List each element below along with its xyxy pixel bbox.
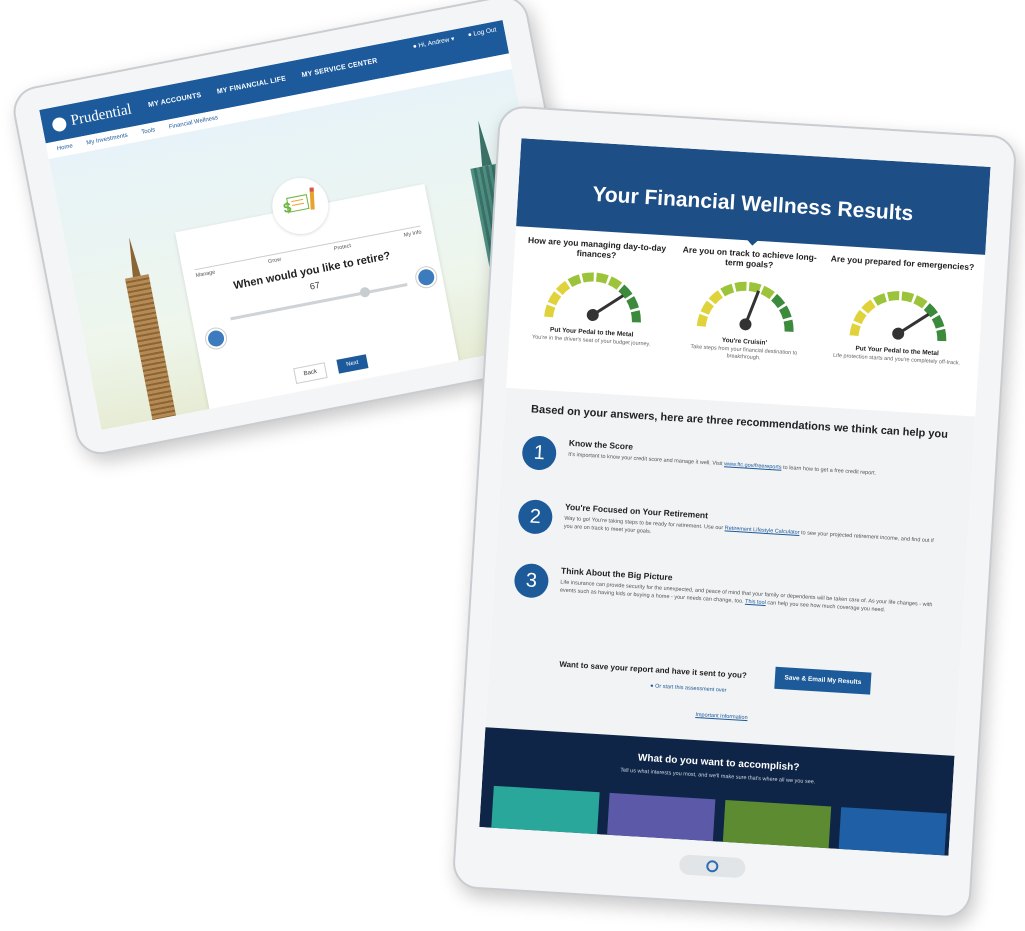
gauge-segment xyxy=(696,313,708,327)
speedometer-gauge-icon xyxy=(849,291,947,342)
goal-tile-3[interactable] xyxy=(722,799,832,849)
gauge-segment xyxy=(861,299,876,314)
right-tablet: Your Financial Wellness Results How are … xyxy=(451,104,1018,920)
chrysler-building xyxy=(125,274,177,421)
gauge-day-to-day: How are you managing day-to-day finances… xyxy=(514,235,671,394)
gauge-segment xyxy=(607,276,623,290)
speedometer-gauge-icon xyxy=(544,272,641,323)
number-badge: 3 xyxy=(513,562,550,599)
gauge-segment xyxy=(901,291,915,303)
step-grow: Grow xyxy=(267,256,282,266)
gauge-segment xyxy=(936,328,947,342)
nav-my-accounts[interactable]: MY ACCOUNTS xyxy=(148,92,202,109)
rec-text-part: to learn how to get a free credit report… xyxy=(782,464,877,477)
young-avatar-icon xyxy=(204,326,228,351)
gauge-segment xyxy=(720,283,735,297)
rock-logo-icon xyxy=(51,115,68,133)
chevron-down-icon: ▾ xyxy=(450,35,456,44)
breadcrumb-tools[interactable]: Tools xyxy=(141,127,156,136)
gauge-segment xyxy=(887,291,900,302)
gauge-segment xyxy=(760,285,775,300)
gauge-segment xyxy=(581,272,594,283)
logout-link[interactable]: ● Log Out xyxy=(467,26,497,39)
gauge-segment xyxy=(931,314,945,329)
header-notch xyxy=(743,236,762,247)
slider-handle[interactable] xyxy=(359,286,371,299)
gauge-segment xyxy=(913,295,928,309)
user-menu-label: Hi, Andrew xyxy=(417,36,451,50)
question-card: $ Manage Grow Protect My Info When would… xyxy=(175,173,462,425)
gauge-segment xyxy=(700,300,714,315)
back-button[interactable]: Back xyxy=(293,362,328,385)
user-icon: ● xyxy=(412,42,418,51)
recommendation-text: It's important to know your credit score… xyxy=(568,451,948,482)
number-badge: 1 xyxy=(521,434,558,471)
gauge-segment xyxy=(849,323,861,337)
recommendation-text: Life insurance can provide security for … xyxy=(560,579,940,618)
credit-report-link[interactable]: www.ftc.gov/freereports xyxy=(724,461,782,470)
nav-my-service-center[interactable]: MY SERVICE CENTER xyxy=(301,58,378,80)
home-circle-icon xyxy=(705,859,719,873)
tower-spire xyxy=(473,119,492,167)
gauge-segment xyxy=(853,309,867,325)
home-button[interactable] xyxy=(678,854,746,879)
recommendation-text: Way to go! You're taking steps to be rea… xyxy=(564,515,944,554)
breadcrumb-home[interactable]: Home xyxy=(56,143,73,152)
step-protect: Protect xyxy=(333,243,352,253)
gauge-segment xyxy=(544,304,556,318)
nav-my-financial-life[interactable]: MY FINANCIAL LIFE xyxy=(216,75,286,95)
coverage-tool-link[interactable]: This tool xyxy=(745,599,766,606)
gauge-segment xyxy=(630,310,641,323)
number-badge: 2 xyxy=(517,498,554,535)
gauge-segment xyxy=(771,293,786,309)
save-email-results-button[interactable]: Save & Email My Results xyxy=(774,666,872,695)
gauge-segment xyxy=(778,305,792,320)
step-manage: Manage xyxy=(195,269,216,280)
gauge-segment xyxy=(748,282,762,294)
lock-icon: ● xyxy=(467,31,473,39)
start-over-label: Or start this assessment over xyxy=(654,683,727,694)
speedometer-gauge-icon xyxy=(696,281,794,332)
user-menu[interactable]: ● Hi, Andrew ▾ xyxy=(412,35,455,51)
start-over-link[interactable]: ● Or start this assessment over xyxy=(650,683,727,694)
brand-name: Prudential xyxy=(69,101,133,130)
goal-tile-2[interactable] xyxy=(607,792,716,842)
recommendation-title: Know the Score xyxy=(568,437,634,452)
gauge-segment xyxy=(708,290,724,305)
gauge-segment xyxy=(734,281,747,292)
retirement-calculator-link[interactable]: Retirement Lifestyle Calculator xyxy=(725,525,800,536)
gauge-segment xyxy=(783,319,794,332)
recommendations-section: Based on your answers, here are three re… xyxy=(485,387,976,756)
gauge-emergencies: Are you prepared for emergencies? Put Yo… xyxy=(820,253,977,412)
next-button[interactable]: Next xyxy=(336,354,369,374)
gauge-segment xyxy=(567,274,582,288)
chrysler-spire xyxy=(125,236,141,278)
gauge-segment xyxy=(873,293,887,306)
step-my-info: My Info xyxy=(403,229,423,239)
gauge-segment xyxy=(547,291,562,306)
page-title: Your Financial Wellness Results xyxy=(591,182,914,226)
logout-label: Log Out xyxy=(472,26,497,38)
gauge-long-term: Are you on track to achieve long-term go… xyxy=(667,244,824,403)
gauge-segment xyxy=(595,272,609,284)
gauge-segment xyxy=(555,280,571,296)
save-question: Want to save your report and have it sen… xyxy=(559,659,748,681)
right-tablet-screen: Your Financial Wellness Results How are … xyxy=(479,138,991,856)
gauge-row: How are you managing day-to-day finances… xyxy=(506,234,984,412)
rec-text-part: It's important to know your credit score… xyxy=(568,451,723,468)
budget-illustration-icon: $ xyxy=(267,173,334,239)
goal-tile-1[interactable] xyxy=(491,785,600,835)
gauge-segment xyxy=(626,296,639,311)
important-information-link[interactable]: Important Information xyxy=(487,699,956,734)
refresh-icon: ● xyxy=(650,683,654,690)
goal-tile-4[interactable] xyxy=(838,807,947,856)
gauge-hub xyxy=(739,318,752,331)
